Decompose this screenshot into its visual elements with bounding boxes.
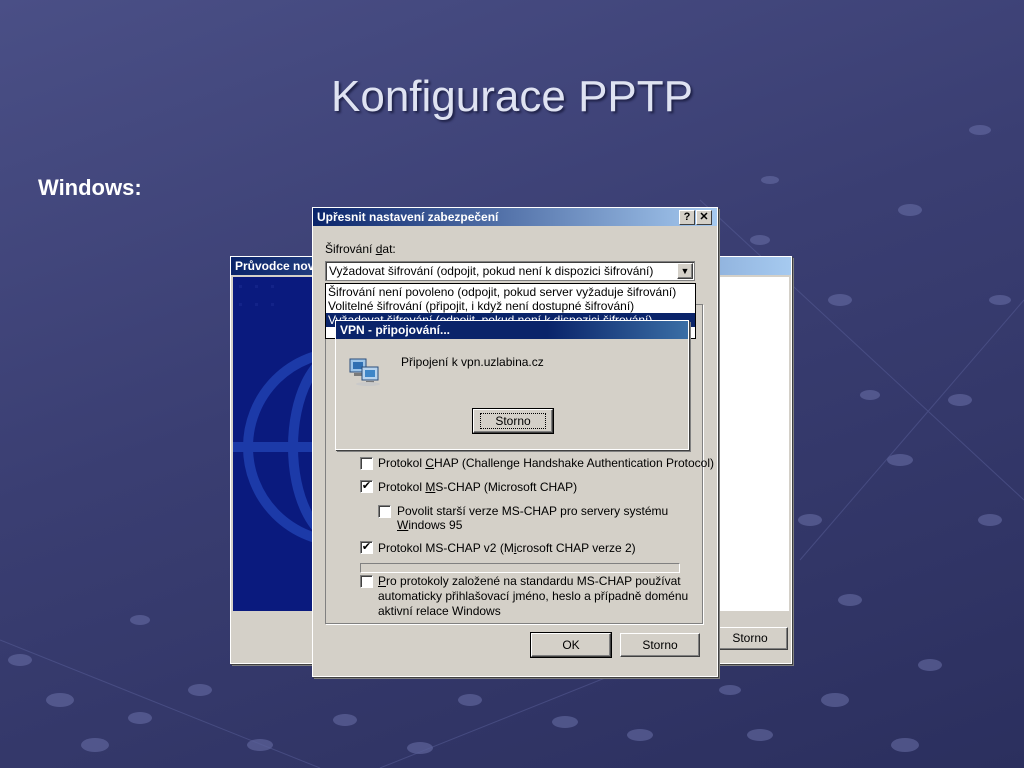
dropdown-arrow-button[interactable]: ▼ <box>677 263 693 279</box>
wizard-cancel-button[interactable]: Storno <box>712 627 788 650</box>
vpn-status-message: Připojení k vpn.uzlabina.cz <box>401 355 544 369</box>
chevron-down-icon: ▼ <box>680 266 690 276</box>
auto-logon-label-line1: Pro protokoly založené na standardu MS-C… <box>378 574 681 588</box>
auto-logon-label-line3: aktivní relace Windows <box>378 604 501 618</box>
chap-checkbox[interactable] <box>360 457 373 470</box>
close-button[interactable]: ✕ <box>696 210 712 225</box>
slide-subtitle: Windows: <box>38 175 142 200</box>
encryption-selected-value: Vyžadovat šifrování (odpojit, pokud není… <box>329 264 654 278</box>
legacy-mschap-checkbox[interactable] <box>378 505 391 518</box>
legacy-mschap-label-line1: Povolit starší verze MS-CHAP pro servery… <box>397 504 669 518</box>
ok-button[interactable]: OK <box>530 632 612 658</box>
globe-graphic <box>233 285 313 543</box>
encryption-label: Šifrování dat: <box>325 242 396 256</box>
check-icon: ✔ <box>361 480 372 492</box>
vpn-dialog: VPN - připojování... Připojení k vpn.uzl… <box>335 320 689 450</box>
mschapv2-checkbox[interactable]: ✔ <box>360 541 373 554</box>
close-icon: ✕ <box>699 211 709 223</box>
vpn-cancel-button[interactable]: Storno <box>472 408 554 434</box>
separator <box>360 563 680 573</box>
wizard-title: Průvodce nov <box>235 259 315 273</box>
vpn-dialog-titlebar: VPN - připojování... <box>336 321 688 339</box>
encryption-option[interactable]: Volitelné šifrování (připojit, i když ne… <box>328 299 634 313</box>
mschap-label: Protokol MS-CHAP (Microsoft CHAP) <box>378 480 578 494</box>
security-dialog-titlebar: Upřesnit nastavení zabezpečení <box>313 208 717 226</box>
encryption-select[interactable]: Vyžadovat šifrování (odpojit, pokud není… <box>325 261 695 281</box>
auto-logon-label-line2: automaticky přihlašovací jméno, heslo a … <box>378 589 689 603</box>
check-icon: ✔ <box>361 541 372 553</box>
mschapv2-label: Protokol MS-CHAP v2 (Microsoft CHAP verz… <box>378 541 636 555</box>
wizard-banner <box>233 277 313 611</box>
security-dialog-title: Upřesnit nastavení zabezpečení <box>317 210 499 224</box>
legacy-mschap-label-line2: Windows 95 <box>397 518 463 532</box>
auto-logon-checkbox[interactable] <box>360 575 373 588</box>
vpn-dialog-title: VPN - připojování... <box>340 323 451 337</box>
help-button[interactable]: ? <box>679 210 695 225</box>
cancel-button[interactable]: Storno <box>620 633 700 657</box>
encryption-option[interactable]: Šifrování není povoleno (odpojit, pokud … <box>328 285 676 299</box>
network-connection-icon <box>349 358 380 386</box>
slide-title: Konfigurace PPTP <box>331 72 693 121</box>
chap-label: Protokol CHAP (Challenge Handshake Authe… <box>378 456 714 470</box>
mschap-checkbox[interactable]: ✔ <box>360 480 373 493</box>
